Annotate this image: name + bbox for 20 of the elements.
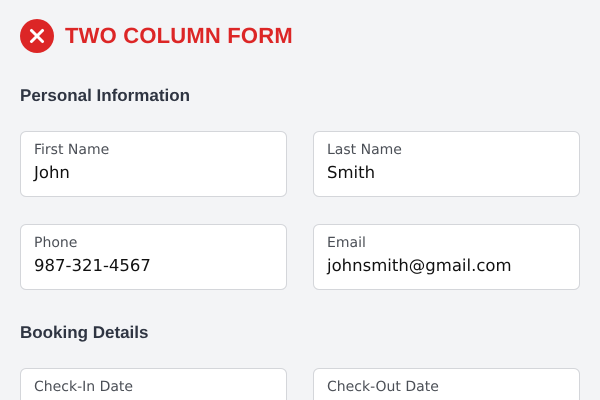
- input-field[interactable]: Email johnsmith@gmail.com: [313, 224, 580, 290]
- field-label: Email: [327, 235, 366, 251]
- section-heading: Booking Details: [20, 323, 150, 343]
- field-value: Smith: [327, 163, 376, 183]
- field-label: First Name: [34, 142, 110, 158]
- field-value: 987-321-4567: [34, 256, 151, 276]
- field-label: Check-Out Date: [327, 379, 439, 395]
- input-field[interactable]: Check-Out Date: [313, 368, 580, 400]
- close-icon[interactable]: [20, 19, 54, 53]
- field-label: Last Name: [327, 142, 402, 158]
- input-field[interactable]: Phone 987-321-4567: [20, 224, 287, 290]
- field-label: Check-In Date: [34, 379, 134, 395]
- field-value: johnsmith@gmail.com: [327, 256, 512, 276]
- section-heading: Personal Information: [20, 86, 192, 106]
- field-label: Phone: [34, 235, 78, 251]
- input-field[interactable]: Check-In Date: [20, 368, 287, 400]
- input-field[interactable]: Last Name Smith: [313, 131, 580, 197]
- form-title: TWO COLUMN FORM: [65, 23, 293, 49]
- input-field[interactable]: First Name John: [20, 131, 287, 197]
- field-value: John: [34, 163, 70, 183]
